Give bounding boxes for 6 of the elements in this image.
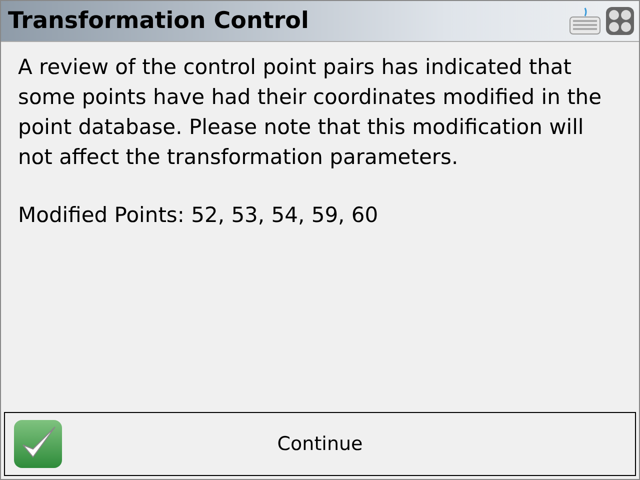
modified-points-text: Modified Points: 52, 53, 54, 59, 60 (18, 202, 380, 229)
message-text: A review of the control point pairs has indicated that some points have had their coordinates modified in the point database. Please note that this modification will not affect the transformation parameters. (18, 54, 603, 171)
calculator-icon[interactable] (605, 6, 635, 36)
checkmark-icon (13, 419, 63, 469)
window-title: Transformation Control (8, 8, 309, 34)
continue-button[interactable]: Continue (4, 412, 636, 476)
